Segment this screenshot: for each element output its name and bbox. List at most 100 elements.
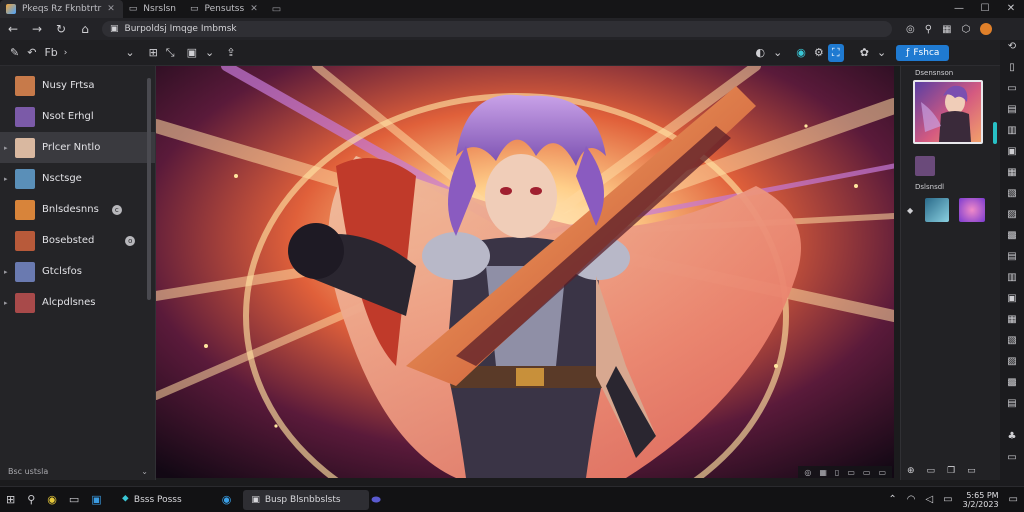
extras-icon[interactable]: ▭ bbox=[1007, 453, 1016, 463]
maximize-button[interactable]: ☐ bbox=[972, 0, 998, 18]
close-window-button[interactable]: ✕ bbox=[998, 0, 1024, 18]
chrome-icon[interactable]: ◉ bbox=[47, 493, 57, 506]
palette-icon[interactable]: ✿ bbox=[856, 44, 873, 62]
chevron-down-icon[interactable]: ⌄ bbox=[873, 44, 890, 62]
layer-item[interactable]: ▸ Gtclsfos bbox=[0, 256, 155, 287]
add-icon[interactable]: ⊕ bbox=[907, 466, 915, 476]
timeline-icon[interactable]: ♣ bbox=[1008, 432, 1017, 442]
chevron-down-icon[interactable]: ⌄ bbox=[141, 467, 148, 476]
layer-item[interactable]: Bosebsted o bbox=[0, 225, 155, 256]
duplicate-icon[interactable]: ❐ bbox=[947, 466, 955, 476]
navigator-icon[interactable]: ▦ bbox=[1007, 315, 1016, 325]
close-tab-icon[interactable]: ✕ bbox=[107, 4, 115, 14]
export-icon[interactable]: ⇪ bbox=[222, 44, 239, 62]
ruler-icon[interactable]: ▯ bbox=[835, 468, 839, 477]
profile-avatar[interactable] bbox=[980, 23, 993, 35]
minimize-button[interactable]: — bbox=[946, 0, 972, 18]
toggle-icon[interactable]: ⬬ bbox=[371, 493, 380, 507]
paths-icon[interactable]: ▧ bbox=[1007, 189, 1016, 199]
layer-item[interactable]: Nusy Frtsa bbox=[0, 70, 155, 101]
character-icon[interactable]: ▨ bbox=[1007, 357, 1016, 367]
taskbar-app-1[interactable]: ▣ Busp Blsnbbslsts bbox=[243, 489, 370, 510]
volume-icon[interactable]: ◁ bbox=[925, 494, 933, 505]
history-icon[interactable]: ⟲ bbox=[1008, 42, 1016, 52]
back-arrow-icon[interactable]: ← bbox=[6, 22, 20, 36]
ai-assist-icon[interactable]: ◉ bbox=[792, 44, 810, 62]
asset-thumbnail[interactable] bbox=[925, 198, 949, 222]
layers-toggle-icon[interactable]: ⛶ bbox=[827, 43, 844, 62]
close-tab-icon[interactable]: ✕ bbox=[250, 4, 258, 14]
system-clock[interactable]: 5:65 PM 3/2/2023 bbox=[963, 491, 999, 509]
start-windows-icon[interactable]: ⊞ bbox=[6, 493, 15, 506]
puzzle-icon[interactable]: ⬡ bbox=[962, 24, 971, 35]
fullscreen-icon[interactable]: ▭ bbox=[878, 468, 886, 477]
expand-chevron-icon[interactable]: ▸ bbox=[4, 268, 8, 276]
folder-icon[interactable]: ▭ bbox=[927, 466, 936, 476]
new-tab-button[interactable]: ▭ bbox=[266, 4, 287, 15]
undo-icon[interactable]: ↶ bbox=[23, 44, 40, 62]
chevron-down-icon[interactable]: ⌄ bbox=[769, 44, 786, 62]
zoom-out-icon[interactable]: ▭ bbox=[863, 468, 871, 477]
zoom-icon[interactable]: ◎ bbox=[906, 24, 915, 35]
transform-icon[interactable]: ⤡ bbox=[162, 44, 179, 62]
delete-icon[interactable]: ▭ bbox=[967, 466, 976, 476]
actions-icon[interactable]: ▧ bbox=[1007, 336, 1016, 346]
tool-selector[interactable]: Fb › bbox=[40, 44, 71, 62]
crop-icon[interactable]: ⊞ bbox=[145, 44, 162, 62]
expand-chevron-icon[interactable]: ▸ bbox=[4, 175, 8, 183]
pin-icon[interactable]: ◆ bbox=[907, 206, 913, 215]
expand-chevron-icon[interactable]: ▸ bbox=[4, 299, 8, 307]
browser-tab-2[interactable]: ▭ Pensutss ✕ bbox=[184, 0, 266, 18]
library-icon[interactable]: ▥ bbox=[1007, 273, 1016, 283]
image-icon[interactable]: ▣ bbox=[183, 44, 201, 62]
guides-icon[interactable]: ▭ bbox=[847, 468, 855, 477]
adjust-icon[interactable]: ▥ bbox=[1007, 126, 1016, 136]
comment-icon[interactable]: ▭ bbox=[1007, 84, 1016, 94]
layers-scrollbar[interactable] bbox=[147, 78, 151, 300]
asset-thumbnail[interactable] bbox=[959, 198, 985, 222]
sidebar-icon[interactable]: ▯ bbox=[1009, 63, 1015, 73]
taskbar-app-0[interactable]: ⯁ Bsss Posss bbox=[114, 490, 190, 510]
chevron-down-icon[interactable]: ⌄ bbox=[201, 44, 218, 62]
properties-icon[interactable]: ▤ bbox=[1007, 105, 1016, 115]
layer-item[interactable]: Nsot Erhgl bbox=[0, 101, 155, 132]
image-canvas[interactable]: ◎ ▦ ▯ ▭ ▭ ▭ bbox=[156, 66, 894, 478]
search-icon[interactable]: ⚲ bbox=[27, 493, 35, 506]
share-button[interactable]: ƒ Fshca bbox=[896, 44, 950, 61]
styles-icon[interactable]: ▤ bbox=[1007, 252, 1016, 262]
brush-tool-icon[interactable]: ✎ bbox=[6, 44, 23, 62]
grid-icon[interactable]: ▦ bbox=[942, 24, 951, 35]
notifications-icon[interactable]: ▭ bbox=[1009, 494, 1018, 505]
view-mode-icon[interactable]: ◐ bbox=[751, 44, 769, 62]
home-icon[interactable]: ⌂ bbox=[78, 22, 92, 36]
browser-tab-0[interactable]: Pkeqs Rz Fknbtrtr ✕ bbox=[0, 0, 123, 18]
grid-toggle-icon[interactable]: ▦ bbox=[819, 468, 827, 477]
url-field[interactable]: ▣ Burpoldsj Imqge Imbmsk bbox=[102, 21, 892, 37]
explorer-icon[interactable]: ▣ bbox=[91, 493, 101, 506]
assets-scrollbar[interactable] bbox=[993, 122, 997, 144]
asset-thumbnail[interactable] bbox=[915, 156, 935, 176]
layer-item[interactable]: Bnlsdesnns c bbox=[0, 194, 155, 225]
reload-icon[interactable]: ↻ bbox=[54, 22, 68, 36]
forward-arrow-icon[interactable]: → bbox=[30, 22, 44, 36]
layer-item[interactable]: ▸ Nsctsge bbox=[0, 163, 155, 194]
chevron-down-icon[interactable]: ⌄ bbox=[121, 44, 138, 62]
glyphs-icon[interactable]: ▤ bbox=[1007, 399, 1016, 409]
layer-item[interactable]: ▸ Alcpdlsnes bbox=[0, 287, 155, 318]
swatches-icon[interactable]: ▨ bbox=[1007, 210, 1016, 220]
layer-item-selected[interactable]: ▸ Prlcer Nntlo bbox=[0, 132, 155, 163]
browser-tab-1[interactable]: ▭ Nsrslsn bbox=[123, 0, 184, 18]
fit-screen-icon[interactable]: ◎ bbox=[804, 468, 811, 477]
battery-icon[interactable]: ▭ bbox=[943, 494, 952, 505]
wifi-icon[interactable]: ◠ bbox=[907, 494, 916, 505]
extension-icon[interactable]: ⚲ bbox=[925, 24, 932, 35]
expand-chevron-icon[interactable]: ▸ bbox=[4, 144, 8, 152]
selected-asset-preview[interactable] bbox=[913, 80, 983, 144]
chat-icon[interactable]: ▭ bbox=[69, 493, 79, 506]
info-icon[interactable]: ▣ bbox=[1007, 294, 1016, 304]
paragraph-icon[interactable]: ▩ bbox=[1007, 378, 1016, 388]
brushes-icon[interactable]: ▩ bbox=[1007, 231, 1016, 241]
edge-browser-icon[interactable]: ◉ bbox=[222, 493, 232, 506]
filter-icon[interactable]: ▣ bbox=[1007, 147, 1016, 157]
settings-gear-icon[interactable]: ⚙ bbox=[810, 44, 828, 62]
